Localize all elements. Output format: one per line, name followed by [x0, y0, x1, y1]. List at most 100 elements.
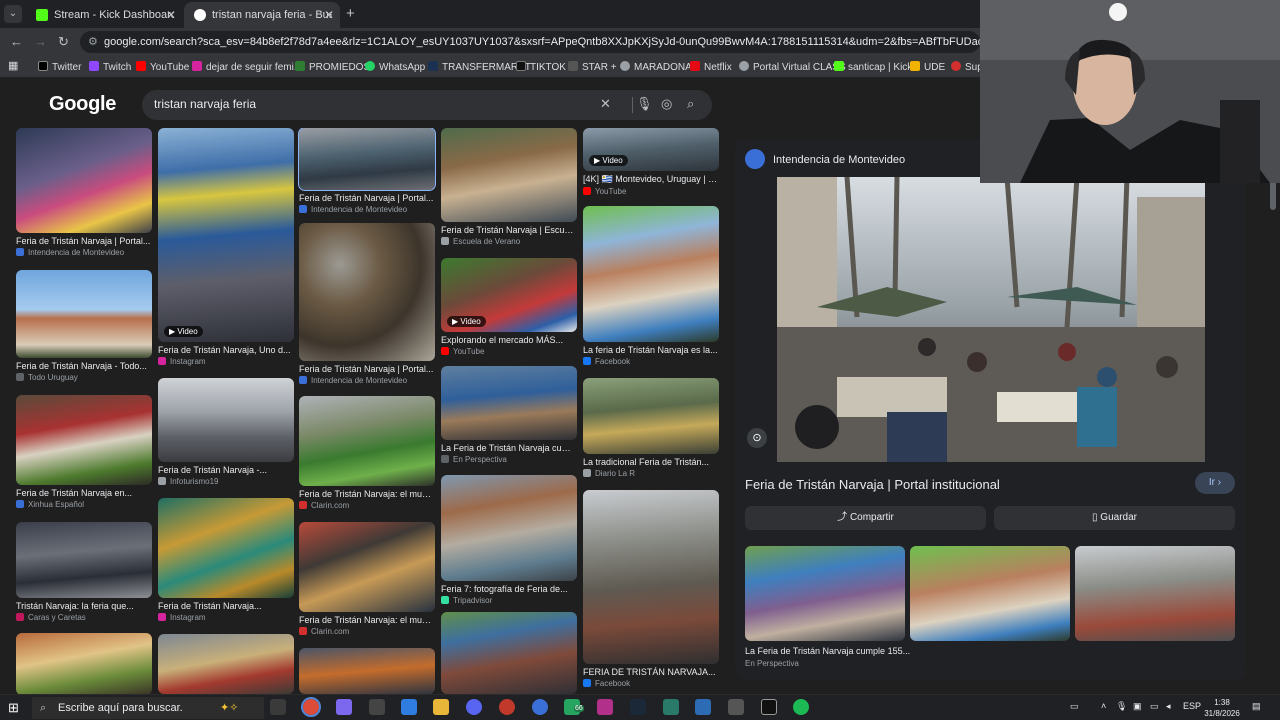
- result-card[interactable]: Feria de Tristán Narvaja | Portal... Int…: [16, 128, 152, 257]
- result-title[interactable]: Feria de Tristán Narvaja: el mund...: [299, 615, 435, 625]
- related-image[interactable]: [1075, 546, 1235, 641]
- app-icon[interactable]: [336, 699, 352, 715]
- result-image[interactable]: [583, 490, 719, 664]
- preview-image[interactable]: [777, 177, 1205, 462]
- widgets-icon[interactable]: ▭: [1070, 701, 1079, 712]
- whatsapp-icon[interactable]: 66: [564, 699, 584, 715]
- result-card[interactable]: Feria de Tristán Narvaja... Instagram: [158, 498, 294, 622]
- result-image[interactable]: ▶ Video: [158, 128, 294, 342]
- result-image[interactable]: [158, 378, 294, 462]
- result-title[interactable]: Tristán Narvaja: la feria que...: [16, 601, 152, 611]
- search-icon[interactable]: ⌕: [687, 96, 694, 112]
- app-tray-icon[interactable]: ▣: [1133, 701, 1142, 712]
- result-image[interactable]: [299, 648, 435, 694]
- result-image[interactable]: [298, 128, 436, 191]
- mail-icon[interactable]: [401, 699, 417, 715]
- related-image[interactable]: [910, 546, 1070, 641]
- bookmark-twitch[interactable]: Twitch: [89, 61, 131, 73]
- folder-icon[interactable]: [433, 699, 449, 715]
- result-card[interactable]: Feria de Tristán Narvaja: el mund... Cla…: [299, 396, 435, 510]
- result-title[interactable]: Feria de Tristán Narvaja - Todo...: [16, 361, 152, 371]
- result-image[interactable]: [16, 128, 152, 233]
- google-logo[interactable]: Google: [49, 93, 116, 116]
- capcut-icon[interactable]: [761, 699, 777, 715]
- result-card[interactable]: La tradicional Feria de Tristán... Diari…: [583, 378, 719, 478]
- result-card[interactable]: La feria de Tristán Narvaja es la... Fac…: [583, 206, 719, 366]
- result-title[interactable]: Feria 7: fotografía de Feria de...: [441, 584, 577, 594]
- result-image[interactable]: [158, 498, 294, 598]
- result-title[interactable]: Feria de Tristán Narvaja: el mund...: [299, 489, 435, 499]
- discord-icon[interactable]: [466, 699, 482, 715]
- spotify-icon[interactable]: [793, 699, 809, 715]
- chevron-up-icon[interactable]: ˄: [1101, 701, 1106, 711]
- bookmark-portal-virtual[interactable]: Portal Virtual CLASS: [739, 61, 846, 73]
- clear-icon[interactable]: ✕: [600, 96, 611, 112]
- bookmark-maradona[interactable]: MARADONA: [620, 61, 692, 73]
- result-image[interactable]: [16, 522, 152, 598]
- result-image[interactable]: [441, 366, 577, 440]
- bookmark-tiktok[interactable]: TIKTOK: [516, 61, 566, 73]
- bookmark-twitter[interactable]: Twitter: [38, 61, 81, 73]
- microphone-icon[interactable]: 🎙: [1116, 701, 1127, 712]
- result-card[interactable]: Feria de Tristán Narvaja | Escuel... Esc…: [441, 128, 577, 246]
- result-card[interactable]: Feria de Tristán Narvaja | Portal... Int…: [299, 223, 435, 385]
- result-image[interactable]: ▶ Video: [441, 258, 577, 332]
- result-card[interactable]: ▶ Video Feria de Tristán Narvaja, Uno d.…: [158, 128, 294, 366]
- result-title[interactable]: La tradicional Feria de Tristán...: [583, 457, 719, 467]
- result-image[interactable]: [299, 223, 435, 361]
- save-button[interactable]: ▯ Guardar: [994, 506, 1235, 530]
- share-button[interactable]: ⤴ Compartir: [745, 506, 986, 530]
- bookmark-netflix[interactable]: Netflix: [690, 61, 732, 73]
- result-title[interactable]: La feria de Tristán Narvaja es la...: [583, 345, 719, 355]
- related-title[interactable]: La Feria de Tristán Narvaja cumple 155..…: [745, 646, 910, 656]
- bookmark-youtube[interactable]: YouTube: [136, 61, 189, 73]
- result-image[interactable]: [16, 270, 152, 358]
- app-icon[interactable]: [597, 699, 613, 715]
- forward-icon[interactable]: →: [34, 34, 47, 49]
- shield-icon[interactable]: [695, 699, 711, 715]
- result-title[interactable]: Feria de Tristán Narvaja | Portal...: [299, 193, 435, 203]
- preview-title[interactable]: Feria de Tristán Narvaja | Portal instit…: [745, 477, 1000, 492]
- panel-source[interactable]: Intendencia de Montevideo: [745, 149, 905, 169]
- bookmark-whatsapp[interactable]: WhatsApp: [365, 61, 425, 73]
- result-card[interactable]: [16, 633, 152, 694]
- result-image[interactable]: [583, 206, 719, 342]
- steam-icon[interactable]: [630, 699, 646, 715]
- site-info-icon[interactable]: ⚙: [88, 31, 98, 53]
- result-card[interactable]: [299, 648, 435, 694]
- lens-icon[interactable]: ⊙: [747, 428, 767, 448]
- taskbar-search[interactable]: ⌕ Escribe aquí para buscar. ✦✧: [32, 697, 264, 719]
- result-card[interactable]: La Feria de Tristán Narvaja cump... En P…: [441, 366, 577, 464]
- network-icon[interactable]: ▭: [1150, 701, 1159, 712]
- new-tab-button[interactable]: +: [346, 5, 355, 22]
- result-card[interactable]: Feria de Tristán Narvaja: el mund... Cla…: [299, 522, 435, 636]
- result-card[interactable]: FERIA DE TRISTÁN NARVAJA... Facebook: [583, 490, 719, 688]
- result-title[interactable]: Feria de Tristán Narvaja -...: [158, 465, 294, 475]
- bookmark-instagram[interactable]: dejar de seguir femi...: [192, 61, 302, 73]
- back-icon[interactable]: ←: [10, 34, 23, 49]
- result-title[interactable]: Feria de Tristán Narvaja | Portal...: [16, 236, 152, 246]
- result-title[interactable]: FERIA DE TRISTÁN NARVAJA...: [583, 667, 719, 677]
- visit-button[interactable]: Ir ›: [1195, 472, 1235, 494]
- result-image[interactable]: [16, 633, 152, 694]
- tab-kick[interactable]: Stream - Kick Dashboard ✕: [26, 2, 182, 28]
- result-image[interactable]: [299, 396, 435, 486]
- bookmark-star[interactable]: STAR +: [568, 61, 617, 73]
- result-image[interactable]: [441, 475, 577, 581]
- result-title[interactable]: Feria de Tristán Narvaja, Uno d...: [158, 345, 294, 355]
- task-view-icon[interactable]: [270, 699, 286, 715]
- volume-icon[interactable]: ◂: [1166, 701, 1171, 712]
- bookmark-kick[interactable]: santicap | Kick: [834, 61, 912, 73]
- epic-games-icon[interactable]: [369, 699, 385, 715]
- result-title[interactable]: La Feria de Tristán Narvaja cump...: [441, 443, 577, 453]
- result-card[interactable]: Tristán Narvaja: la feria que... Caras y…: [16, 522, 152, 622]
- notifications-icon[interactable]: ▤: [1252, 701, 1261, 712]
- tab-search-button[interactable]: ⌄: [4, 5, 22, 23]
- result-image[interactable]: ▶ Video: [583, 128, 719, 171]
- result-card[interactable]: [441, 612, 577, 694]
- related-image[interactable]: [745, 546, 905, 641]
- clock[interactable]: 1:38 31/8/2026: [1204, 697, 1240, 719]
- result-card[interactable]: ▶ Video [4K] 🇺🇾 Montevideo, Uruguay | La…: [583, 128, 719, 196]
- result-image[interactable]: [299, 522, 435, 612]
- language-indicator[interactable]: ESP: [1183, 701, 1201, 711]
